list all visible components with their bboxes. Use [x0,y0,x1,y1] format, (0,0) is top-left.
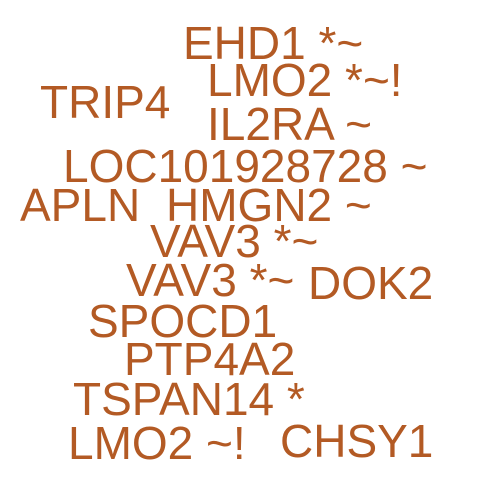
word-chsy1: CHSY1 [280,415,434,467]
word-lmo2-b: LMO2 ~! [68,417,246,469]
word-apln: APLN [20,179,141,231]
word-tspan14: TSPAN14 * [73,373,305,425]
word-trip4: TRIP4 [40,76,171,128]
word-lmo2-a: LMO2 *~! [207,54,403,106]
word-cloud: EHD1 *~ LMO2 *~! TRIP4 IL2RA ~ LOC101928… [0,0,480,480]
word-dok2: DOK2 [308,257,434,309]
